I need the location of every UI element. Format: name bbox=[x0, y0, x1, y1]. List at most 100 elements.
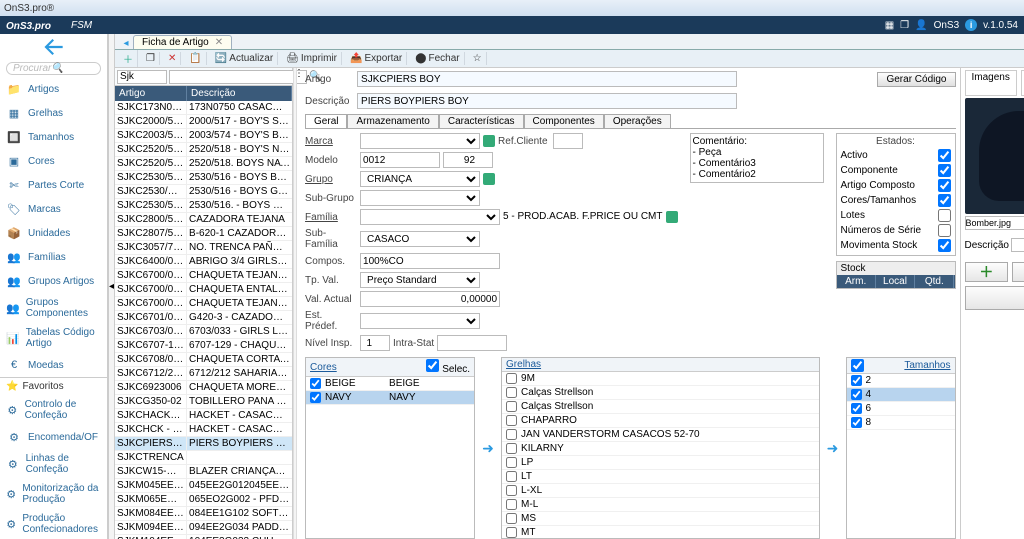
tab-prev-icon[interactable]: ◂ bbox=[119, 38, 133, 49]
table-row[interactable]: SJKM045EE2G012045EE2G012045EE2G012 bbox=[115, 479, 292, 493]
tamanho-check[interactable] bbox=[851, 417, 862, 428]
table-row[interactable]: SJKM065EO2G002065EO2G002 - PFD Linen Blz… bbox=[115, 493, 292, 507]
sidebar-item-marcas[interactable]: 🏷Marcas bbox=[0, 197, 107, 221]
estado-check[interactable] bbox=[938, 224, 951, 237]
select-marca[interactable] bbox=[360, 133, 480, 149]
table-row[interactable]: SJKC2520/518.2520/518. BOYS NAVY6701/007… bbox=[115, 157, 292, 171]
tab-ficha-artigo[interactable]: Ficha de Artigo ✕ bbox=[133, 35, 232, 49]
grelha-row[interactable]: M-L bbox=[502, 498, 818, 512]
estado-check[interactable] bbox=[938, 209, 951, 222]
sidebar-item-tabelas-código-artigo[interactable]: 📊Tabelas Código Artigo bbox=[0, 323, 107, 353]
sidebar-item-cores[interactable]: ▣Cores bbox=[0, 149, 107, 173]
grelha-row[interactable]: JAN VANDERSTORM CASACOS 52-70 bbox=[502, 428, 818, 442]
select-grupo[interactable]: CRIANÇA bbox=[360, 171, 480, 187]
cores-title[interactable]: Cores bbox=[310, 362, 337, 373]
grelha-check[interactable] bbox=[506, 471, 517, 482]
image-add-button[interactable]: ＋ bbox=[965, 262, 1009, 282]
tab-close-icon[interactable]: ✕ bbox=[215, 37, 223, 48]
cores-arrow[interactable]: ➜ bbox=[481, 440, 495, 457]
grelha-check[interactable] bbox=[506, 457, 517, 468]
tamanho-row[interactable]: 6 bbox=[847, 402, 955, 416]
grelha-check[interactable] bbox=[506, 401, 517, 412]
imagens-tab[interactable]: Imagens bbox=[965, 70, 1017, 96]
delete-button[interactable]: ✕ bbox=[164, 52, 181, 65]
grelha-row[interactable]: LT bbox=[502, 470, 818, 484]
select-familia[interactable] bbox=[360, 209, 500, 225]
grelha-row[interactable]: MS bbox=[502, 512, 818, 526]
grid-header-artigo[interactable]: Artigo bbox=[115, 86, 187, 101]
image-file-input[interactable] bbox=[965, 216, 1024, 230]
cor-check[interactable] bbox=[310, 392, 321, 403]
sidebar-item-grupos-componentes[interactable]: 👥Grupos Componentes bbox=[0, 293, 107, 323]
table-row[interactable]: SJKC6701/003/..G420-3 - CAZADORA TEJANAG… bbox=[115, 311, 292, 325]
table-row[interactable]: SJKC6712/2126712/212 SAHARIANA ALGODON67… bbox=[115, 367, 292, 381]
grelha-check[interactable] bbox=[506, 387, 517, 398]
copy-button[interactable]: 📋 bbox=[185, 52, 206, 65]
filter-artigo-input[interactable] bbox=[117, 70, 167, 84]
table-row[interactable]: SJKC2530/S162530/516 - BOYS GREEN HUSKY6… bbox=[115, 185, 292, 199]
image-desc-input[interactable] bbox=[1011, 238, 1024, 252]
grelha-check[interactable] bbox=[506, 443, 517, 454]
estado-check[interactable] bbox=[938, 149, 951, 162]
grelha-check[interactable] bbox=[506, 485, 517, 496]
tamanho-row[interactable]: 4 bbox=[847, 388, 955, 402]
tamanhos-check[interactable] bbox=[851, 359, 864, 372]
table-row[interactable]: SJKC6700/002CHAQUETA ENTALLADACHAQUETA E… bbox=[115, 283, 292, 297]
sidebar-splitter[interactable]: ◂ bbox=[108, 34, 115, 539]
grelhas-title[interactable]: Grelhas bbox=[506, 359, 541, 370]
table-row[interactable]: SJKCHCK - C.XADHACKET - CASACO XADREZ AC… bbox=[115, 423, 292, 437]
ref-icon-2[interactable] bbox=[483, 173, 495, 185]
grelha-check[interactable] bbox=[506, 499, 517, 510]
grelha-row[interactable]: L-XL bbox=[502, 484, 818, 498]
fav-item[interactable]: ⚙Encomenda/OF bbox=[0, 425, 107, 449]
input-compos[interactable] bbox=[360, 253, 500, 269]
tamanho-check[interactable] bbox=[851, 403, 862, 414]
sidebar-item-partes-corte[interactable]: ✄Partes Corte bbox=[0, 173, 107, 197]
table-row[interactable]: SJKCHACKET-C.AHACKET - CASACO AZUL ACOLC… bbox=[115, 409, 292, 423]
estado-check[interactable] bbox=[938, 194, 951, 207]
sidebar-item-famílias[interactable]: 👥Famílias bbox=[0, 245, 107, 269]
table-row[interactable]: SJKC6400/050/..ABRIGO 3/4 GIRLS C/LYCRAA… bbox=[115, 255, 292, 269]
window-icon[interactable]: ❐ bbox=[900, 20, 909, 31]
grelha-row[interactable]: LP bbox=[502, 456, 818, 470]
info-icon[interactable]: i bbox=[965, 19, 977, 31]
input-artigo[interactable] bbox=[357, 71, 737, 87]
grelhas-arrow[interactable]: ➜ bbox=[826, 440, 840, 457]
refresh-button[interactable]: 🔄 Actualizar bbox=[211, 52, 278, 65]
input-nivel[interactable] bbox=[360, 335, 390, 351]
subtab-geral[interactable]: Geral bbox=[305, 114, 347, 128]
table-row[interactable]: SJKC2530/516.2530/516. - BOYS GREEN HUSK… bbox=[115, 199, 292, 213]
table-row[interactable]: SJKC6700/001CHAQUETA TEJANACHAQUETA TEJA… bbox=[115, 269, 292, 283]
estado-check[interactable] bbox=[938, 239, 951, 252]
grelha-row[interactable]: MT bbox=[502, 526, 818, 538]
star-button[interactable]: ☆ bbox=[469, 52, 487, 65]
estado-check[interactable] bbox=[938, 179, 951, 192]
cores-selec-check[interactable] bbox=[426, 359, 439, 372]
input-refcli[interactable] bbox=[553, 133, 583, 149]
subtab-armazenamento[interactable]: Armazenamento bbox=[347, 114, 438, 128]
table-row[interactable]: SJKC2530/5162530/516 - BOYS BLAZER HUSKY… bbox=[115, 171, 292, 185]
camera-button[interactable]: 📷 bbox=[965, 286, 1024, 310]
sidebar-item-artigos[interactable]: 📁Artigos bbox=[0, 77, 107, 101]
grelha-row[interactable]: KILARNY bbox=[502, 442, 818, 456]
fav-item[interactable]: ⚙Produção Confecionadores bbox=[0, 509, 107, 539]
input-modelo-n[interactable] bbox=[443, 152, 493, 168]
table-row[interactable]: SJKC3057/763NO. TRENCA PAÑO CAMEL DOBLE … bbox=[115, 241, 292, 255]
close-button[interactable]: ⬤ Fechar bbox=[411, 52, 464, 65]
grelha-row[interactable]: 9M bbox=[502, 372, 818, 386]
grelha-check[interactable] bbox=[506, 513, 517, 524]
table-row[interactable]: SJKC6703/0336703/033 - GIRLS LONG HUSKY6… bbox=[115, 325, 292, 339]
grelha-check[interactable] bbox=[506, 429, 517, 440]
table-row[interactable]: SJKC2520/5182520/518 - BOY'S NAVY JACKET… bbox=[115, 143, 292, 157]
table-row[interactable]: SJKM084EE1G102084EE1G102 SOFT WOOL bbox=[115, 507, 292, 521]
table-row[interactable]: SJKC2800/592CAZADORA TEJANA bbox=[115, 213, 292, 227]
table-row[interactable]: SJKC2807/550/44B-620-1 CAZADORA TEJANAB-… bbox=[115, 227, 292, 241]
btn-gerar-codigo[interactable]: Gerar Código bbox=[877, 72, 955, 87]
tamanho-row[interactable]: 2 bbox=[847, 374, 955, 388]
table-row[interactable]: SJKC6708/074CHAQUETA CORTA FANTASIA6708/… bbox=[115, 353, 292, 367]
table-row[interactable]: SJKC6700/061/40CHAQUETA TEJANACHAQUETA T… bbox=[115, 297, 292, 311]
table-row[interactable]: SJKM094EE2G034094EE2G034 PADDED WOOL NYL… bbox=[115, 521, 292, 535]
export-button[interactable]: 📤 Exportar bbox=[346, 52, 407, 65]
cor-row[interactable]: NAVYNAVY bbox=[306, 391, 474, 405]
table-row[interactable]: SJKC173N0750173N0750 CASACO CRIANÇA173N0… bbox=[115, 101, 292, 115]
